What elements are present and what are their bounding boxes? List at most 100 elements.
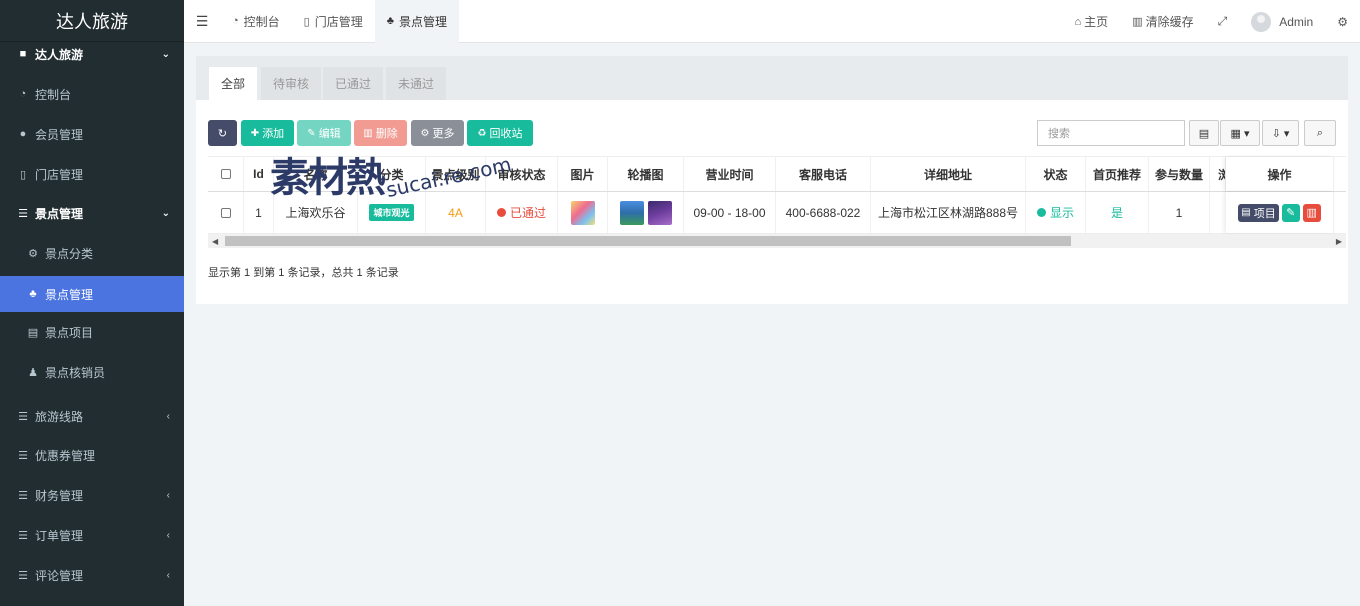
- home-icon: ⌂: [1074, 15, 1082, 28]
- list-icon: ☰: [18, 569, 28, 582]
- search-button[interactable]: ⌕: [1304, 120, 1336, 146]
- cell-status: 显示: [1026, 192, 1086, 233]
- scroll-left-icon[interactable]: ◀: [212, 234, 218, 248]
- building-icon: ▯: [19, 168, 27, 181]
- clear-cache-link[interactable]: ▥ 清除缓存: [1120, 13, 1205, 30]
- edit-button[interactable]: ✎ 编辑: [297, 120, 351, 146]
- sidebar-item-stores[interactable]: ▯ 门店管理: [0, 156, 184, 192]
- sidebar-item-scenic-verifier[interactable]: ♟ 景点核销员: [0, 354, 184, 390]
- search-input[interactable]: 搜索: [1037, 120, 1185, 146]
- avatar: [1251, 11, 1272, 32]
- top-navbar: ☰ ◔ 控制台 ▯ 门店管理 ♣ 景点管理 ⌂ 主页 ▥ 清除缓存 ⤢ Admi…: [184, 0, 1360, 43]
- user-menu[interactable]: Admin: [1239, 11, 1325, 32]
- columns-dropdown[interactable]: ▦ ▾: [1220, 120, 1260, 146]
- fullscreen-icon[interactable]: ⤢: [1206, 14, 1240, 29]
- cell-phone: 400-6688-022: [776, 192, 871, 233]
- filter-tabs: 全部 待审核 已通过 未通过: [196, 56, 1348, 100]
- trash-icon: ▥: [363, 127, 373, 139]
- dashboard-icon: ◔: [232, 15, 239, 27]
- tab-stores[interactable]: ▯ 门店管理: [292, 0, 375, 43]
- toggle-view-icon[interactable]: ▤: [1189, 120, 1219, 146]
- status-dot-icon: [1036, 208, 1046, 217]
- cell-hours: 09-00 - 18-00: [684, 192, 776, 233]
- sidebar-item-comments[interactable]: ☰ 评论管理 ‹: [0, 557, 184, 593]
- chevron-left-icon: ‹: [166, 489, 170, 501]
- dashboard-icon: ◔: [19, 88, 27, 100]
- list-icon: ☰: [18, 410, 28, 423]
- project-button[interactable]: ▤ 项目: [1238, 203, 1279, 222]
- plus-icon: ✚: [250, 127, 260, 139]
- recycle-bin-button[interactable]: ♻ 回收站: [467, 120, 533, 146]
- more-button[interactable]: ⚙ 更多: [411, 120, 464, 146]
- cell-carousel: [608, 192, 684, 233]
- chevron-left-icon: ‹: [166, 410, 170, 422]
- col-image[interactable]: 图片: [558, 157, 608, 191]
- tab-rejected[interactable]: 未通过: [386, 67, 447, 100]
- cell-address: 上海市松江区林湖路888号: [871, 192, 1026, 233]
- cell-count: 1: [1149, 192, 1210, 233]
- col-recommend[interactable]: 首页推荐: [1086, 157, 1149, 191]
- sidebar-item-routes[interactable]: ☰ 旅游线路 ‹: [0, 398, 184, 434]
- cell-recommend[interactable]: 是: [1086, 192, 1149, 233]
- users-icon: ●: [19, 128, 27, 140]
- col-hours[interactable]: 营业时间: [684, 157, 776, 191]
- row-edit-button[interactable]: ✎: [1281, 203, 1300, 222]
- col-views[interactable]: 浏: [1210, 157, 1226, 191]
- list-icon: ☰: [18, 449, 28, 462]
- col-count[interactable]: 参与数量: [1149, 157, 1210, 191]
- category-badge: 城市观光: [369, 204, 414, 221]
- tab-scenic[interactable]: ♣ 景点管理: [374, 0, 459, 43]
- sidebar-item-dashboard[interactable]: ◔ 控制台: [0, 76, 184, 112]
- pagination-summary: 显示第 1 到第 1 条记录，总共 1 条记录: [208, 267, 399, 279]
- tab-pending[interactable]: 待审核: [261, 67, 322, 100]
- add-button[interactable]: ✚ 添加: [241, 120, 294, 146]
- home-link[interactable]: ⌂ 主页: [1063, 13, 1121, 30]
- sidebar-item-members[interactable]: ● 会员管理: [0, 116, 184, 152]
- cell-actions: ▤ 项目 ✎ ▥: [1226, 192, 1334, 233]
- select-all-checkbox[interactable]: [208, 157, 244, 191]
- sidebar-item-coupons[interactable]: ☰ 优惠券管理: [0, 437, 184, 473]
- sidebar-item-finance[interactable]: ☰ 财务管理 ‹: [0, 477, 184, 513]
- sidebar-item-scenic[interactable]: ☰ 景点管理 ⌄: [0, 195, 184, 231]
- carousel-thumbnail-2[interactable]: [647, 200, 672, 225]
- col-carousel[interactable]: 轮播图: [608, 157, 684, 191]
- chevron-left-icon: ‹: [166, 569, 170, 581]
- settings-icon[interactable]: ⚙: [1325, 15, 1360, 29]
- sidebar-item-orders[interactable]: ☰ 订单管理 ‹: [0, 517, 184, 553]
- recycle-icon: ♻: [477, 127, 487, 139]
- chevron-left-icon: ‹: [166, 529, 170, 541]
- scrollbar-thumb[interactable]: [225, 236, 1071, 246]
- export-icon: ⇩ ▾: [1271, 127, 1290, 140]
- search-icon: ⌕: [1316, 126, 1324, 139]
- cog-icon: ⚙: [420, 127, 430, 139]
- tab-all[interactable]: 全部: [209, 67, 258, 100]
- horizontal-scrollbar[interactable]: ◀ ▶: [208, 234, 1346, 248]
- carousel-thumbnail-1[interactable]: [619, 200, 644, 225]
- col-address[interactable]: 详细地址: [871, 157, 1026, 191]
- sidebar-item-daren[interactable]: ■ 达人旅游 ⌄: [0, 36, 184, 72]
- menu-toggle-icon[interactable]: ☰: [184, 0, 220, 43]
- tab-dashboard[interactable]: ◔ 控制台: [220, 0, 292, 43]
- refresh-button[interactable]: ↻: [208, 120, 237, 146]
- row-checkbox[interactable]: [208, 192, 244, 233]
- status-dot-icon: [496, 208, 506, 217]
- top-right-menu: ⌂ 主页 ▥ 清除缓存 ⤢ Admin ⚙: [1063, 0, 1360, 43]
- tree-icon: ♣: [29, 288, 37, 300]
- trash-icon: ▥: [1306, 207, 1317, 219]
- tab-approved[interactable]: 已通过: [323, 67, 384, 100]
- scenic-thumbnail[interactable]: [570, 200, 595, 225]
- chevron-down-icon: ⌄: [161, 48, 170, 60]
- sidebar-item-scenic-category[interactable]: ⚙ 景点分类: [0, 235, 184, 271]
- columns-icon: ▦ ▾: [1230, 127, 1250, 140]
- col-phone[interactable]: 客服电话: [776, 157, 871, 191]
- scroll-right-icon[interactable]: ▶: [1336, 234, 1342, 248]
- export-dropdown[interactable]: ⇩ ▾: [1262, 120, 1299, 146]
- sidebar-item-scenic-project[interactable]: ▤ 景点项目: [0, 314, 184, 350]
- pencil-icon: ✎: [307, 127, 316, 139]
- sidebar-item-scenic-manage[interactable]: ♣ 景点管理: [0, 276, 184, 312]
- col-status[interactable]: 状态: [1026, 157, 1086, 191]
- row-delete-button[interactable]: ▥: [1302, 203, 1321, 222]
- col-actions: 操作: [1226, 157, 1334, 191]
- delete-button[interactable]: ▥ 删除: [354, 120, 407, 146]
- list-icon: ☰: [18, 207, 28, 220]
